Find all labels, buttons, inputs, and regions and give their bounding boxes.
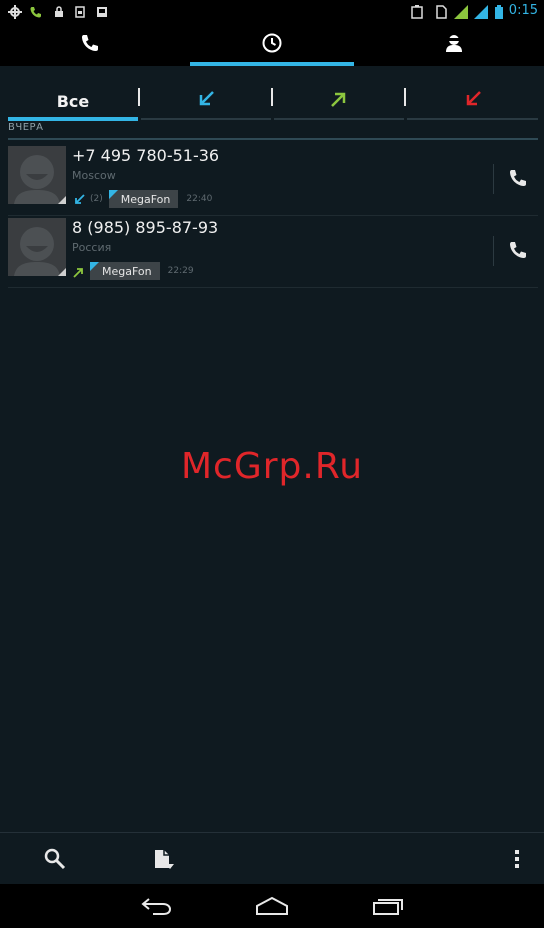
avatar[interactable] — [8, 146, 66, 204]
outgoing-arrow-icon — [328, 88, 350, 114]
bottom-action-bar — [0, 832, 544, 885]
sim-icon — [434, 4, 448, 20]
filter-underline — [141, 118, 271, 120]
call-time: 22:29 — [167, 266, 194, 276]
filter-all[interactable]: Все — [8, 82, 138, 121]
filter-incoming[interactable] — [141, 82, 271, 120]
filter-outgoing[interactable] — [274, 82, 404, 120]
crosshair-icon — [8, 4, 22, 20]
caller-number: +7 495 780-51-36 — [72, 146, 220, 165]
call-filter-bar: Все — [8, 82, 538, 121]
filter-all-label: Все — [56, 91, 90, 111]
call-icon — [30, 4, 42, 20]
status-time: 0:15 — [508, 3, 538, 18]
filter-underline — [274, 118, 404, 120]
quick-contact-badge — [58, 268, 66, 276]
lock-icon — [54, 4, 64, 20]
call-log-item[interactable]: 8 (985) 895-87-93 Россия MegaFon 22:29 — [8, 218, 538, 288]
divider — [271, 88, 273, 106]
overflow-menu-button[interactable] — [504, 847, 530, 871]
call-time: 22:40 — [186, 194, 213, 204]
call-back-button[interactable] — [506, 166, 530, 190]
filter-missed[interactable] — [407, 82, 538, 120]
caller-location: Россия — [72, 241, 112, 254]
status-bar: 0:15 — [0, 0, 544, 24]
call-log-item[interactable]: +7 495 780-51-36 Moscow (2) MegaFon 22:4… — [8, 146, 538, 216]
caller-location: Moscow — [72, 169, 116, 182]
sim-name: MegaFon — [102, 264, 152, 278]
sim-icon — [74, 4, 86, 20]
sim-label: MegaFon — [90, 262, 160, 280]
signal-icon — [474, 4, 488, 20]
caller-number: 8 (985) 895-87-93 — [72, 218, 219, 237]
tab-contacts[interactable] — [364, 24, 544, 66]
filter-underline — [8, 117, 138, 121]
battery-icon — [494, 4, 504, 20]
document-icon — [155, 850, 174, 869]
back-icon — [141, 898, 172, 915]
recents-button[interactable] — [368, 894, 408, 918]
sim-indicator-icon — [90, 262, 99, 271]
filter-sim-button[interactable] — [150, 847, 176, 871]
divider — [138, 88, 140, 106]
tab-selected-indicator — [190, 62, 354, 66]
divider — [493, 164, 494, 194]
outgoing-call-icon — [72, 264, 86, 278]
row-divider — [8, 215, 538, 216]
call-count: (2) — [90, 194, 103, 204]
signal-icon — [454, 4, 468, 20]
sim-name: MegaFon — [120, 192, 171, 206]
home-button[interactable] — [252, 894, 292, 918]
search-button[interactable] — [42, 847, 68, 871]
filter-underline — [407, 118, 538, 120]
navigation-bar — [0, 884, 544, 928]
call-back-button[interactable] — [506, 238, 530, 262]
image-icon — [96, 4, 108, 20]
search-icon — [44, 848, 66, 870]
phone-icon — [510, 242, 526, 258]
recents-icon — [373, 899, 403, 915]
divider — [404, 88, 406, 106]
row-divider — [8, 287, 538, 288]
call-meta: (2) MegaFon 22:40 — [72, 190, 212, 208]
section-divider — [8, 138, 538, 140]
section-header-yesterday: ВЧЕРА — [8, 122, 44, 133]
sim-label: MegaFon — [108, 190, 179, 208]
home-icon — [256, 896, 288, 915]
incoming-call-icon — [72, 192, 86, 206]
missed-arrow-icon — [462, 88, 484, 114]
phone-icon — [510, 170, 526, 186]
tab-phone[interactable] — [0, 24, 180, 66]
sim-indicator-icon — [108, 190, 118, 199]
watermark: McGrp.Ru — [180, 446, 364, 487]
quick-contact-badge — [58, 196, 66, 204]
avatar[interactable] — [8, 218, 66, 276]
tab-recent[interactable] — [190, 24, 354, 66]
overflow-menu-icon — [515, 850, 519, 868]
call-meta: MegaFon 22:29 — [72, 262, 194, 280]
back-button[interactable] — [136, 894, 176, 918]
incoming-arrow-icon — [195, 88, 217, 114]
clock-icon — [261, 32, 283, 58]
battery-icon — [410, 4, 424, 20]
divider — [493, 236, 494, 266]
phone-icon — [80, 33, 100, 57]
contact-icon — [444, 33, 464, 57]
top-tab-bar — [0, 24, 544, 66]
